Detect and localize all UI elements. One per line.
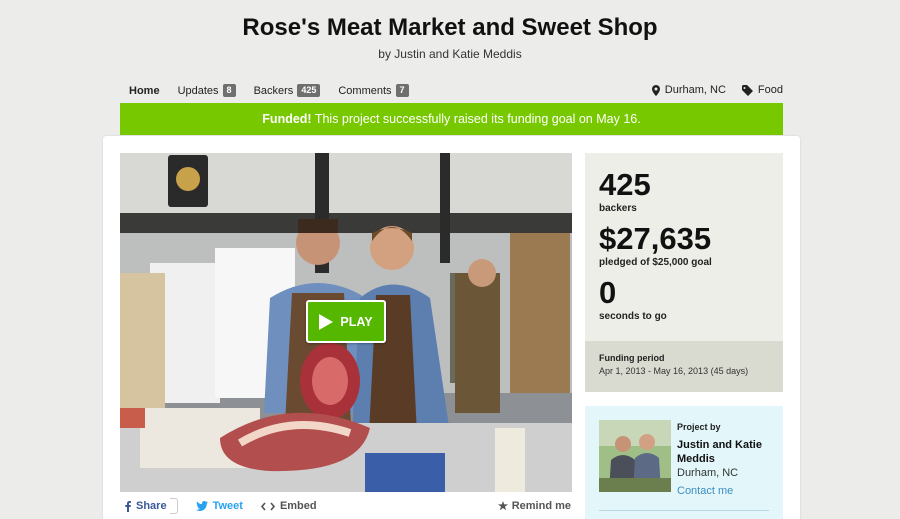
star-icon bbox=[497, 501, 508, 511]
updates-count-badge: 8 bbox=[222, 84, 236, 97]
embed-label: Embed bbox=[279, 500, 317, 512]
funding-period-value: Apr 1, 2013 - May 16, 2013 (45 days) bbox=[599, 366, 749, 376]
project-nav: Home Updates 8 Backers 425 Comments 7 bbox=[129, 84, 427, 97]
pledged-label: pledged of $25,000 goal bbox=[599, 257, 712, 268]
tab-comments-label: Comments bbox=[338, 84, 392, 97]
funded-message: This project successfully raised its fun… bbox=[311, 112, 641, 126]
pledged-amount: $27,635 bbox=[599, 221, 712, 256]
location-label: Durham, NC bbox=[664, 84, 726, 96]
project-by-label: Project by bbox=[677, 422, 721, 432]
funding-period-label: Funding period bbox=[599, 353, 665, 363]
project-meta: Durham, NC Food bbox=[636, 84, 783, 96]
tab-updates-label: Updates bbox=[177, 84, 219, 97]
tab-home-label: Home bbox=[129, 84, 160, 97]
funded-word: Funded! bbox=[262, 112, 312, 126]
twitter-icon bbox=[195, 501, 208, 511]
category-link[interactable]: Food bbox=[741, 84, 783, 96]
tab-backers-label: Backers bbox=[253, 84, 294, 97]
creator-photo bbox=[599, 420, 671, 492]
play-button[interactable]: PLAY bbox=[306, 300, 386, 343]
embed-button[interactable]: Embed bbox=[260, 500, 317, 512]
remind-me-button[interactable]: Remind me bbox=[497, 500, 571, 512]
backers-count: 425 bbox=[599, 167, 651, 202]
time-remaining: 0 bbox=[599, 275, 617, 310]
tab-comments[interactable]: Comments 7 bbox=[338, 84, 409, 97]
map-pin-icon bbox=[651, 84, 660, 96]
tweet-button[interactable]: Tweet bbox=[195, 500, 243, 512]
tab-backers[interactable]: Backers 425 bbox=[254, 84, 321, 97]
tweet-label: Tweet bbox=[212, 500, 243, 512]
category-label: Food bbox=[757, 84, 783, 96]
project-title: Rose's Meat Market and Sweet Shop bbox=[242, 14, 658, 41]
tab-updates[interactable]: Updates 8 bbox=[178, 84, 236, 97]
contact-me-link[interactable]: Contact me bbox=[677, 485, 777, 497]
play-label: PLAY bbox=[340, 314, 373, 329]
code-brackets-icon bbox=[260, 501, 275, 511]
project-byline: by Justin and Katie Meddis bbox=[378, 47, 522, 61]
creator-box: Project by Justin and Katie Meddis Durha… bbox=[585, 406, 783, 519]
funding-stats: 425 backers $27,635 pledged of $25,000 g… bbox=[585, 153, 783, 341]
funded-banner: Funded! This project successfully raised… bbox=[120, 103, 783, 135]
share-label: Share bbox=[136, 500, 167, 512]
time-remaining-label: seconds to go bbox=[599, 311, 667, 322]
share-row: Share Tweet Embed Remind me bbox=[125, 498, 571, 514]
creator-location: Durham, NC bbox=[677, 467, 739, 479]
tab-home[interactable]: Home bbox=[129, 85, 160, 97]
creator-name[interactable]: Justin and Katie Meddis bbox=[677, 438, 777, 466]
creator-info: Project by Justin and Katie Meddis Durha… bbox=[677, 422, 777, 497]
creator-divider bbox=[599, 510, 769, 511]
backers-count-badge: 425 bbox=[297, 84, 321, 97]
backers-label: backers bbox=[599, 203, 637, 214]
share-count-box bbox=[169, 498, 178, 514]
facebook-share-button[interactable]: Share bbox=[125, 498, 178, 514]
play-icon bbox=[319, 313, 334, 330]
tag-icon bbox=[741, 84, 753, 96]
location-link[interactable]: Durham, NC bbox=[651, 84, 726, 96]
remind-label: Remind me bbox=[511, 500, 571, 512]
funding-period: Funding period Apr 1, 2013 - May 16, 201… bbox=[585, 341, 783, 392]
creator-avatar[interactable] bbox=[599, 420, 671, 492]
facebook-icon bbox=[125, 500, 131, 512]
comments-count-badge: 7 bbox=[395, 84, 409, 97]
